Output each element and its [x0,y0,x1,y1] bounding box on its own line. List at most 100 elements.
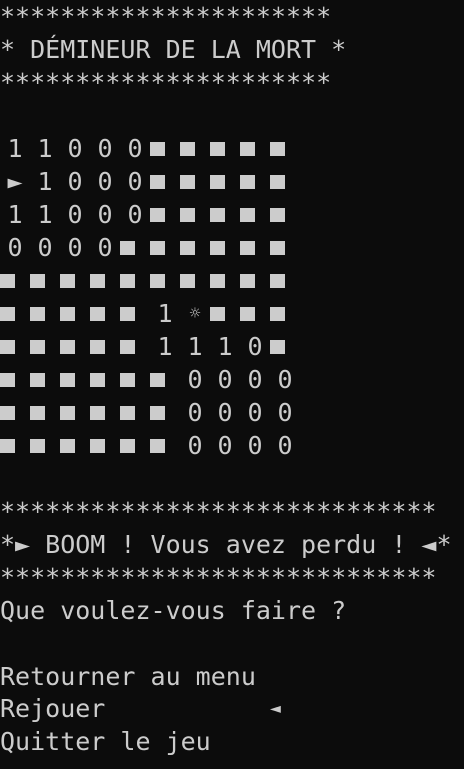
revealed-cell[interactable]: 0 [60,132,90,165]
revealed-cell[interactable]: 0 [90,198,120,231]
hidden-cell[interactable]: ■ [150,165,180,198]
hidden-cell[interactable]: ■ [60,264,90,297]
hidden-cell[interactable]: ■ [30,363,60,396]
hidden-cell[interactable]: ■ [30,297,60,330]
revealed-cell[interactable]: 0 [240,429,270,462]
hidden-cell[interactable]: ■ [60,429,90,462]
revealed-cell[interactable]: 0 [180,363,210,396]
revealed-cell[interactable]: 0 [210,429,240,462]
mine-icon[interactable]: ☼ [180,297,210,330]
revealed-cell[interactable]: 0 [120,132,150,165]
hidden-cell[interactable]: ■ [90,297,120,330]
revealed-cell[interactable]: 0 [240,363,270,396]
hidden-cell[interactable]: ■ [120,429,150,462]
hidden-cell[interactable]: ■ [90,264,120,297]
revealed-cell[interactable]: 1 [150,330,180,363]
hidden-cell[interactable]: ■ [180,165,210,198]
hidden-cell[interactable]: ■ [0,330,30,363]
hidden-cell[interactable]: ■ [210,297,240,330]
hidden-cell[interactable]: ■ [210,132,240,165]
revealed-cell[interactable]: 0 [210,363,240,396]
hidden-cell[interactable]: ■ [120,396,150,429]
hidden-cell[interactable]: ■ [60,297,90,330]
hidden-cell[interactable]: ■ [270,198,300,231]
hidden-cell[interactable]: ■ [210,264,240,297]
hidden-cell[interactable]: ■ [0,264,30,297]
hidden-cell[interactable]: ■ [270,231,300,264]
hidden-cell[interactable]: ■ [270,297,300,330]
revealed-cell[interactable]: 0 [180,429,210,462]
revealed-cell[interactable]: 0 [120,198,150,231]
revealed-cell[interactable]: 1 [0,132,30,165]
menu-item-return-to-menu[interactable]: Retourner au menu [0,660,256,693]
hidden-cell[interactable]: ■ [240,264,270,297]
cell-cursor-icon[interactable]: ► [0,165,30,198]
hidden-cell[interactable]: ■ [150,231,180,264]
hidden-cell[interactable]: ■ [90,396,120,429]
revealed-cell[interactable]: 0 [270,396,300,429]
hidden-cell[interactable]: ■ [240,297,270,330]
hidden-cell[interactable]: ■ [120,330,150,363]
revealed-cell[interactable]: 0 [60,165,90,198]
hidden-cell[interactable]: ■ [30,264,60,297]
hidden-cell[interactable]: ■ [60,363,90,396]
hidden-cell[interactable]: ■ [180,132,210,165]
hidden-cell[interactable]: ■ [30,330,60,363]
revealed-cell[interactable]: 1 [210,330,240,363]
hidden-cell[interactable]: ■ [150,264,180,297]
hidden-cell[interactable]: ■ [210,198,240,231]
hidden-cell[interactable]: ■ [270,165,300,198]
hidden-cell[interactable]: ■ [30,429,60,462]
revealed-cell[interactable]: 0 [210,396,240,429]
revealed-cell[interactable]: 1 [0,198,30,231]
revealed-cell[interactable]: 0 [240,330,270,363]
hidden-cell[interactable]: ■ [240,132,270,165]
hidden-cell[interactable]: ■ [180,264,210,297]
hidden-cell[interactable]: ■ [60,330,90,363]
revealed-cell[interactable]: 1 [150,297,180,330]
hidden-cell[interactable]: ■ [120,231,150,264]
hidden-cell[interactable]: ■ [0,363,30,396]
revealed-cell[interactable]: 0 [90,165,120,198]
revealed-cell[interactable]: 0 [60,198,90,231]
hidden-cell[interactable]: ■ [240,165,270,198]
hidden-cell[interactable]: ■ [0,429,30,462]
revealed-cell[interactable]: 0 [30,231,60,264]
hidden-cell[interactable]: ■ [90,330,120,363]
hidden-cell[interactable]: ■ [0,396,30,429]
hidden-cell[interactable]: ■ [30,396,60,429]
hidden-cell[interactable]: ■ [90,363,120,396]
hidden-cell[interactable]: ■ [210,231,240,264]
hidden-cell[interactable]: ■ [270,264,300,297]
hidden-cell[interactable]: ■ [270,132,300,165]
hidden-cell[interactable]: ■ [210,165,240,198]
menu-item-quit-game[interactable]: Quitter le jeu [0,725,211,758]
revealed-cell[interactable]: 0 [90,132,120,165]
revealed-cell[interactable]: 0 [0,231,30,264]
revealed-cell[interactable]: 1 [30,165,60,198]
hidden-cell[interactable]: ■ [150,198,180,231]
revealed-cell[interactable]: 1 [180,330,210,363]
revealed-cell[interactable]: 0 [270,363,300,396]
hidden-cell[interactable]: ■ [150,132,180,165]
hidden-cell[interactable]: ■ [240,231,270,264]
hidden-cell[interactable]: ■ [120,264,150,297]
hidden-cell[interactable]: ■ [180,231,210,264]
revealed-cell[interactable]: 0 [90,231,120,264]
hidden-cell[interactable]: ■ [180,198,210,231]
hidden-cell[interactable]: ■ [150,396,180,429]
hidden-cell[interactable]: ■ [150,429,180,462]
revealed-cell[interactable]: 0 [270,429,300,462]
hidden-cell[interactable]: ■ [60,396,90,429]
hidden-cell[interactable]: ■ [0,297,30,330]
menu-item-replay[interactable]: Rejouer [0,692,105,725]
hidden-cell[interactable]: ■ [120,297,150,330]
hidden-cell[interactable]: ■ [90,429,120,462]
hidden-cell[interactable]: ■ [150,363,180,396]
revealed-cell[interactable]: 1 [30,132,60,165]
revealed-cell[interactable]: 0 [240,396,270,429]
revealed-cell[interactable]: 1 [30,198,60,231]
revealed-cell[interactable]: 0 [120,165,150,198]
hidden-cell[interactable]: ■ [270,330,300,363]
hidden-cell[interactable]: ■ [240,198,270,231]
